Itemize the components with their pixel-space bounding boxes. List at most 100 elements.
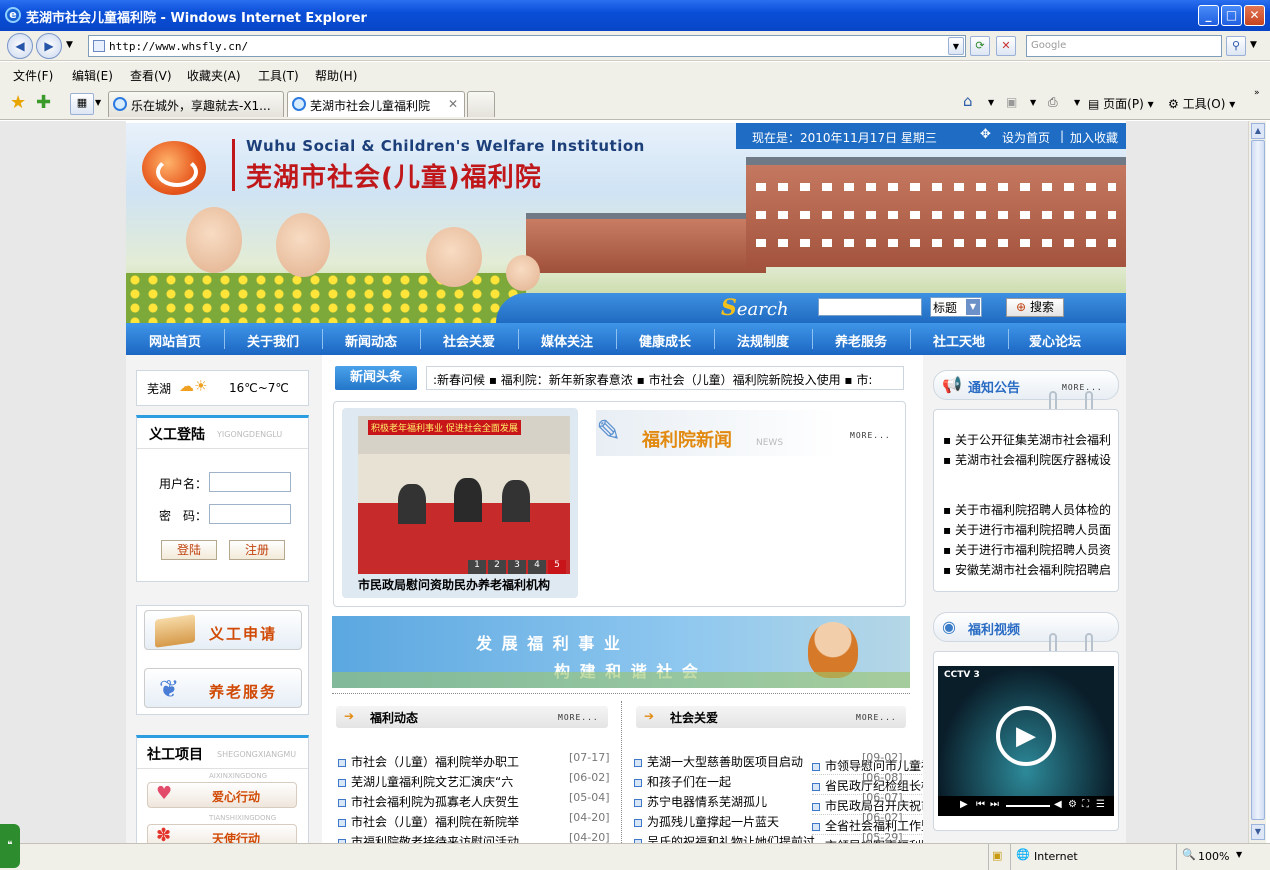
scroll-down-icon[interactable]: ▼: [1251, 824, 1265, 840]
tab-welfare[interactable]: 芜湖市社会儿童福利院 ✕: [287, 91, 465, 117]
site-search-button[interactable]: ⊕ 搜索: [1006, 298, 1064, 317]
pager-2[interactable]: 2: [488, 560, 506, 574]
list-item[interactable]: 吴氏的祝福和礼物让她们提前过: [634, 833, 834, 843]
refresh-icon[interactable]: ⟳: [970, 36, 990, 56]
close-button[interactable]: ✕: [1244, 5, 1265, 26]
zoom-dropdown-icon[interactable]: ▼: [1236, 850, 1242, 859]
menu-view[interactable]: 查看(V): [130, 67, 172, 84]
username-input[interactable]: [209, 472, 291, 492]
elder-service-button[interactable]: ❦ 养老服务: [144, 668, 302, 708]
nav-forum[interactable]: 爱心论坛: [1006, 331, 1104, 350]
nav-elder-service[interactable]: 养老服务: [812, 331, 910, 350]
nav-social-work[interactable]: 社工天地: [910, 331, 1008, 350]
feeds-icon[interactable]: ▣: [1006, 95, 1017, 109]
print-dropdown-icon[interactable]: ▼: [1074, 98, 1080, 107]
home-dropdown-icon[interactable]: ▼: [988, 98, 994, 107]
zoom-level[interactable]: 100%: [1198, 850, 1229, 863]
volunteer-apply-button[interactable]: 义工申请: [144, 610, 302, 650]
list-item[interactable]: 和孩子们在一起: [634, 773, 834, 790]
list-item[interactable]: ▪ 芜湖市社会福利院医疗器械设: [943, 451, 1113, 468]
nav-health[interactable]: 健康成长: [616, 331, 714, 350]
tab-list-dropdown-icon[interactable]: ▼: [95, 98, 101, 107]
news-photo[interactable]: 积极老年福利事业 促进社会全面发展 1 2 3 4 5: [358, 416, 570, 574]
stop-icon[interactable]: ✕: [996, 36, 1016, 56]
welfare-more-link[interactable]: MORE...: [558, 713, 599, 722]
fullscreen-icon[interactable]: ⛶: [1082, 799, 1089, 810]
new-tab-button[interactable]: [467, 91, 495, 117]
login-button[interactable]: 登陆: [161, 540, 217, 560]
toolbar-overflow-icon[interactable]: »: [1254, 88, 1260, 98]
search-input[interactable]: Google: [1026, 35, 1222, 57]
minimize-button[interactable]: _: [1198, 5, 1219, 26]
vertical-scrollbar[interactable]: ▲ ▼: [1248, 121, 1266, 843]
nav-about[interactable]: 关于我们: [224, 331, 322, 350]
list-item[interactable]: 市福利院敬老接待来访慰问活动: [338, 833, 538, 843]
register-button[interactable]: 注册: [229, 540, 285, 560]
care-more-link[interactable]: MORE...: [856, 713, 897, 722]
project-angel-action[interactable]: ✽ 天使行动: [147, 824, 297, 843]
list-item[interactable]: ▪ 安徽芜湖市社会福利院招聘启: [943, 561, 1113, 578]
back-button[interactable]: ◀: [7, 33, 33, 59]
pager-3[interactable]: 3: [508, 560, 526, 574]
tools-menu[interactable]: ⚙ 工具(O) ▾: [1168, 95, 1235, 112]
site-search-input[interactable]: [818, 298, 922, 316]
add-favorite-link[interactable]: 加入收藏: [1070, 129, 1118, 146]
feeds-dropdown-icon[interactable]: ▼: [1030, 98, 1036, 107]
side-widget-icon[interactable]: ❝: [0, 824, 20, 868]
next-icon[interactable]: ⏭: [990, 799, 999, 810]
list-item[interactable]: 市社会（儿童）福利院举办职工: [338, 753, 538, 770]
menu-file[interactable]: 文件(F): [13, 67, 53, 84]
address-input[interactable]: http://www.whsfly.cn/: [88, 35, 966, 57]
headline-ticker[interactable]: :新春问候 ▪ 福利院：新年新家春意浓 ▪ 市社会（儿童）福利院新院投入使用 ▪…: [426, 366, 904, 390]
quick-tabs-icon[interactable]: ▦: [70, 93, 94, 115]
list-item[interactable]: 市社会（儿童）福利院在新院举: [338, 813, 538, 830]
project-love-action[interactable]: ♥ 爱心行动: [147, 782, 297, 808]
seek-bar[interactable]: [1006, 805, 1050, 807]
menu-edit[interactable]: 编辑(E): [72, 67, 113, 84]
list-item[interactable]: ▪ 关于进行市福利院招聘人员面: [943, 521, 1113, 538]
list-item[interactable]: 苏宁电器情系芜湖孤儿: [634, 793, 834, 810]
page-menu[interactable]: ▤ 页面(P) ▾: [1088, 95, 1154, 112]
tab-x1[interactable]: 乐在城外，享趣就去-X1...: [108, 91, 284, 117]
maximize-button[interactable]: □: [1221, 5, 1242, 26]
play-overlay-icon[interactable]: ▶: [996, 706, 1056, 766]
search-icon[interactable]: ⚲: [1226, 36, 1246, 56]
list-item[interactable]: ▪ 关于市福利院招聘人员体检的: [943, 501, 1113, 518]
pager-1[interactable]: 1: [468, 560, 486, 574]
nav-news[interactable]: 新闻动态: [322, 331, 420, 350]
play-icon[interactable]: ▶: [960, 799, 968, 810]
nav-law[interactable]: 法规制度: [714, 331, 812, 350]
notice-more-link[interactable]: MORE...: [1062, 383, 1103, 392]
menu-help[interactable]: 帮助(H): [315, 67, 357, 84]
menu-icon[interactable]: ☰: [1096, 799, 1105, 810]
password-input[interactable]: [209, 504, 291, 524]
home-icon[interactable]: ⌂: [963, 92, 973, 110]
nav-social-care[interactable]: 社会关爱: [420, 331, 518, 350]
search-options-icon[interactable]: ▼: [1250, 40, 1257, 50]
pager-5[interactable]: 5: [548, 560, 566, 574]
menu-favorites[interactable]: 收藏夹(A): [187, 67, 241, 84]
address-dropdown-icon[interactable]: ▼: [948, 37, 964, 55]
add-favorite-icon[interactable]: ✚: [36, 92, 51, 113]
settings-icon[interactable]: ⚙: [1068, 799, 1077, 810]
pager-4[interactable]: 4: [528, 560, 546, 574]
video-player[interactable]: CCTV 3 ▶ ▶ ⏮ ⏭ ◀ ⚙ ⛶ ☰: [938, 666, 1114, 816]
set-home-link[interactable]: 设为首页: [1002, 129, 1050, 146]
photo-caption[interactable]: 市民政局慰问资助民办养老福利机构: [358, 576, 550, 593]
list-item[interactable]: 芜湖一大型慈善助医项目启动: [634, 753, 834, 770]
list-item[interactable]: 为孤残儿童撑起一片蓝天: [634, 813, 834, 830]
volume-icon[interactable]: ◀: [1054, 799, 1062, 810]
nav-media[interactable]: 媒体关注: [518, 331, 616, 350]
list-item[interactable]: 市社会福利院为孤寡老人庆贺生: [338, 793, 538, 810]
history-dropdown-icon[interactable]: ▼: [66, 40, 73, 50]
scroll-up-icon[interactable]: ▲: [1251, 123, 1265, 139]
print-icon[interactable]: ⎙: [1048, 95, 1058, 110]
nav-home[interactable]: 网站首页: [126, 331, 224, 350]
menu-tools[interactable]: 工具(T): [258, 67, 299, 84]
list-item[interactable]: ▪ 关于进行市福利院招聘人员资: [943, 541, 1113, 558]
search-field-select[interactable]: 标题: [930, 297, 982, 317]
tab-close-icon[interactable]: ✕: [448, 97, 458, 111]
favorites-star-icon[interactable]: ★: [10, 92, 26, 113]
forward-button[interactable]: ▶: [36, 33, 62, 59]
prev-icon[interactable]: ⏮: [976, 799, 985, 810]
